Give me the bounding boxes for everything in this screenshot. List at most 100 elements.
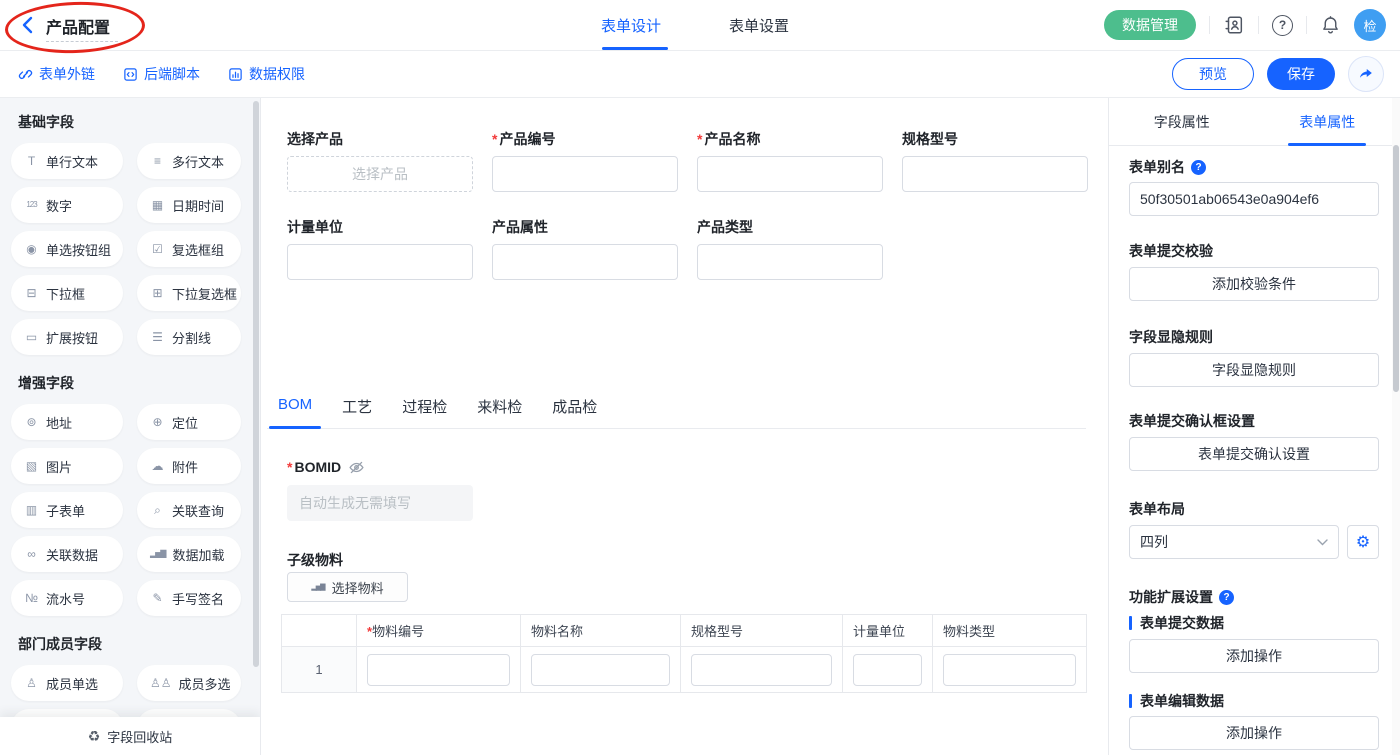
share-button[interactable] (1348, 56, 1384, 92)
material-spec-input[interactable] (691, 654, 832, 686)
user-avatar[interactable]: 检 (1354, 9, 1386, 41)
notification-bell-icon[interactable] (1320, 14, 1341, 36)
sub-materials-title: 子级物料 (287, 550, 343, 570)
accent-bar (1129, 616, 1132, 630)
material-table: *物料编号 物料名称 规格型号 计量单位 物料类型 1 (281, 614, 1087, 693)
field-item-attachment[interactable]: ☁附件 (137, 448, 241, 484)
tab-field-properties[interactable]: 字段属性 (1109, 98, 1255, 145)
tab-process-check[interactable]: 过程检 (402, 396, 447, 428)
field-item-extend-button[interactable]: ▭扩展按钮 (11, 319, 123, 355)
page-scrollbar-thumb[interactable] (1393, 145, 1399, 392)
back-button[interactable] (18, 14, 38, 36)
product-name-input[interactable] (697, 156, 883, 192)
select-material-button[interactable]: ▂▅▇ 选择物料 (287, 572, 408, 602)
divider-icon: ☰ (150, 331, 165, 343)
field-item-text-multi[interactable]: ≡多行文本 (137, 143, 241, 179)
field-item-image[interactable]: ▧图片 (11, 448, 123, 484)
field-item-member-multi[interactable]: ♙♙成员多选 (137, 665, 241, 701)
extension-settings-row: 功能扩展设置 ? (1129, 588, 1379, 606)
help-icon[interactable]: ? (1272, 15, 1293, 36)
form-field-product-name: *产品名称 (697, 130, 883, 192)
field-item-divider-line[interactable]: ☰分割线 (137, 319, 241, 355)
properties-panel: 字段属性 表单属性 表单别名 ? 表单提交校验 添加校验条件 字段显隐规则 字段… (1108, 98, 1400, 755)
backend-script-link[interactable]: 后端脚本 (123, 64, 200, 84)
sub-tab-bar: BOM 工艺 过程检 来料检 成品检 (267, 396, 1086, 429)
preview-button[interactable]: 预览 (1172, 58, 1254, 90)
field-item-data-load[interactable]: ▂▅▇数据加载 (137, 536, 241, 572)
submit-data-label: 表单提交数据 (1129, 615, 1379, 631)
field-recycle-bin[interactable]: ♻ 字段回收站 (0, 717, 260, 755)
layout-settings-button[interactable]: ⚙ (1347, 525, 1379, 559)
add-edit-action-button[interactable]: 添加操作 (1129, 716, 1379, 750)
field-item-subform[interactable]: ▥子表单 (11, 492, 123, 528)
field-item-multi-select[interactable]: ⊞下拉复选框 (137, 275, 241, 311)
product-code-input[interactable] (492, 156, 678, 192)
product-type-input[interactable] (697, 244, 883, 280)
script-icon (123, 67, 138, 82)
tab-form-settings[interactable]: 表单设置 (729, 15, 789, 36)
product-attr-input[interactable] (492, 244, 678, 280)
save-button[interactable]: 保存 (1267, 58, 1335, 90)
field-item-member-single[interactable]: ♙成员单选 (11, 665, 123, 701)
unit-input[interactable] (287, 244, 473, 280)
material-code-input[interactable] (367, 654, 510, 686)
people-icon: ♙♙ (150, 677, 172, 689)
field-item-number[interactable]: 123数字 (11, 187, 123, 223)
field-item-address[interactable]: ⊚地址 (11, 404, 123, 440)
checkbox-icon: ☑ (150, 243, 165, 255)
tab-process[interactable]: 工艺 (342, 396, 372, 428)
tab-incoming-check[interactable]: 来料检 (477, 396, 522, 428)
field-item-signature[interactable]: ✎手写签名 (137, 580, 241, 616)
section-title-enhanced-fields: 增强字段 (18, 375, 260, 392)
divider (1258, 16, 1259, 34)
tab-finished-check[interactable]: 成品检 (552, 396, 597, 428)
alias-help-icon[interactable]: ? (1191, 160, 1206, 175)
material-name-input[interactable] (531, 654, 670, 686)
col-material-type: 物料类型 (933, 615, 1087, 647)
data-permission-link[interactable]: 数据权限 (228, 64, 305, 84)
section-title-member-fields: 部门成员字段 (18, 636, 260, 653)
extension-help-icon[interactable]: ? (1219, 590, 1234, 605)
layout-select[interactable]: 四列 (1129, 525, 1339, 559)
form-toolbar: 表单外链 后端脚本 数据权限 预览 保存 (0, 51, 1400, 98)
data-manage-button[interactable]: 数据管理 (1104, 10, 1196, 40)
material-type-input[interactable] (943, 654, 1076, 686)
field-item-select[interactable]: ⊟下拉框 (11, 275, 123, 311)
form-layout-label: 表单布局 (1129, 499, 1185, 519)
address-book-icon[interactable] (1223, 14, 1245, 36)
page-scrollbar[interactable] (1392, 98, 1400, 755)
field-item-datetime[interactable]: ▦日期时间 (137, 187, 241, 223)
field-item-radio-group[interactable]: ◉单选按钮组 (11, 231, 123, 267)
field-item-location[interactable]: ⊕定位 (137, 404, 241, 440)
field-item-linked-data[interactable]: ∞关联数据 (11, 536, 123, 572)
title-edit-underline (46, 41, 118, 42)
image-icon: ▧ (24, 460, 39, 472)
visibility-rules-button[interactable]: 字段显隐规则 (1129, 353, 1379, 387)
submit-confirm-button[interactable]: 表单提交确认设置 (1129, 437, 1379, 471)
form-field-product-code: *产品编号 (492, 130, 678, 192)
text-single-icon: T (24, 155, 39, 167)
serial-icon: № (24, 592, 39, 604)
chain-icon: ∞ (24, 548, 39, 560)
material-unit-input[interactable] (853, 654, 922, 686)
spec-model-input[interactable] (902, 156, 1088, 192)
tab-form-properties[interactable]: 表单属性 (1255, 98, 1400, 145)
sidebar-scrollbar[interactable] (253, 101, 259, 667)
col-index (282, 615, 357, 647)
field-item-checkbox-group[interactable]: ☑复选框组 (137, 231, 241, 267)
tab-bom[interactable]: BOM (278, 396, 312, 428)
tab-form-design[interactable]: 表单设计 (601, 15, 661, 36)
enhanced-fields-grid: ⊚地址 ⊕定位 ▧图片 ☁附件 ▥子表单 ⌕关联查询 ∞关联数据 ▂▅▇数据加载… (11, 404, 260, 616)
add-submit-action-button[interactable]: 添加操作 (1129, 639, 1379, 673)
form-external-link[interactable]: 表单外链 (18, 64, 95, 84)
col-material-name: 物料名称 (521, 615, 681, 647)
add-validation-button[interactable]: 添加校验条件 (1129, 267, 1379, 301)
field-item-serial-number[interactable]: №流水号 (11, 580, 123, 616)
form-alias-input[interactable] (1129, 182, 1379, 216)
divider (1306, 16, 1307, 34)
field-item-linked-query[interactable]: ⌕关联查询 (137, 492, 241, 528)
col-unit: 计量单位 (843, 615, 933, 647)
section-title-basic-fields: 基础字段 (18, 114, 260, 131)
field-item-text-single[interactable]: T单行文本 (11, 143, 123, 179)
select-product-button[interactable]: 选择产品 (287, 156, 473, 192)
